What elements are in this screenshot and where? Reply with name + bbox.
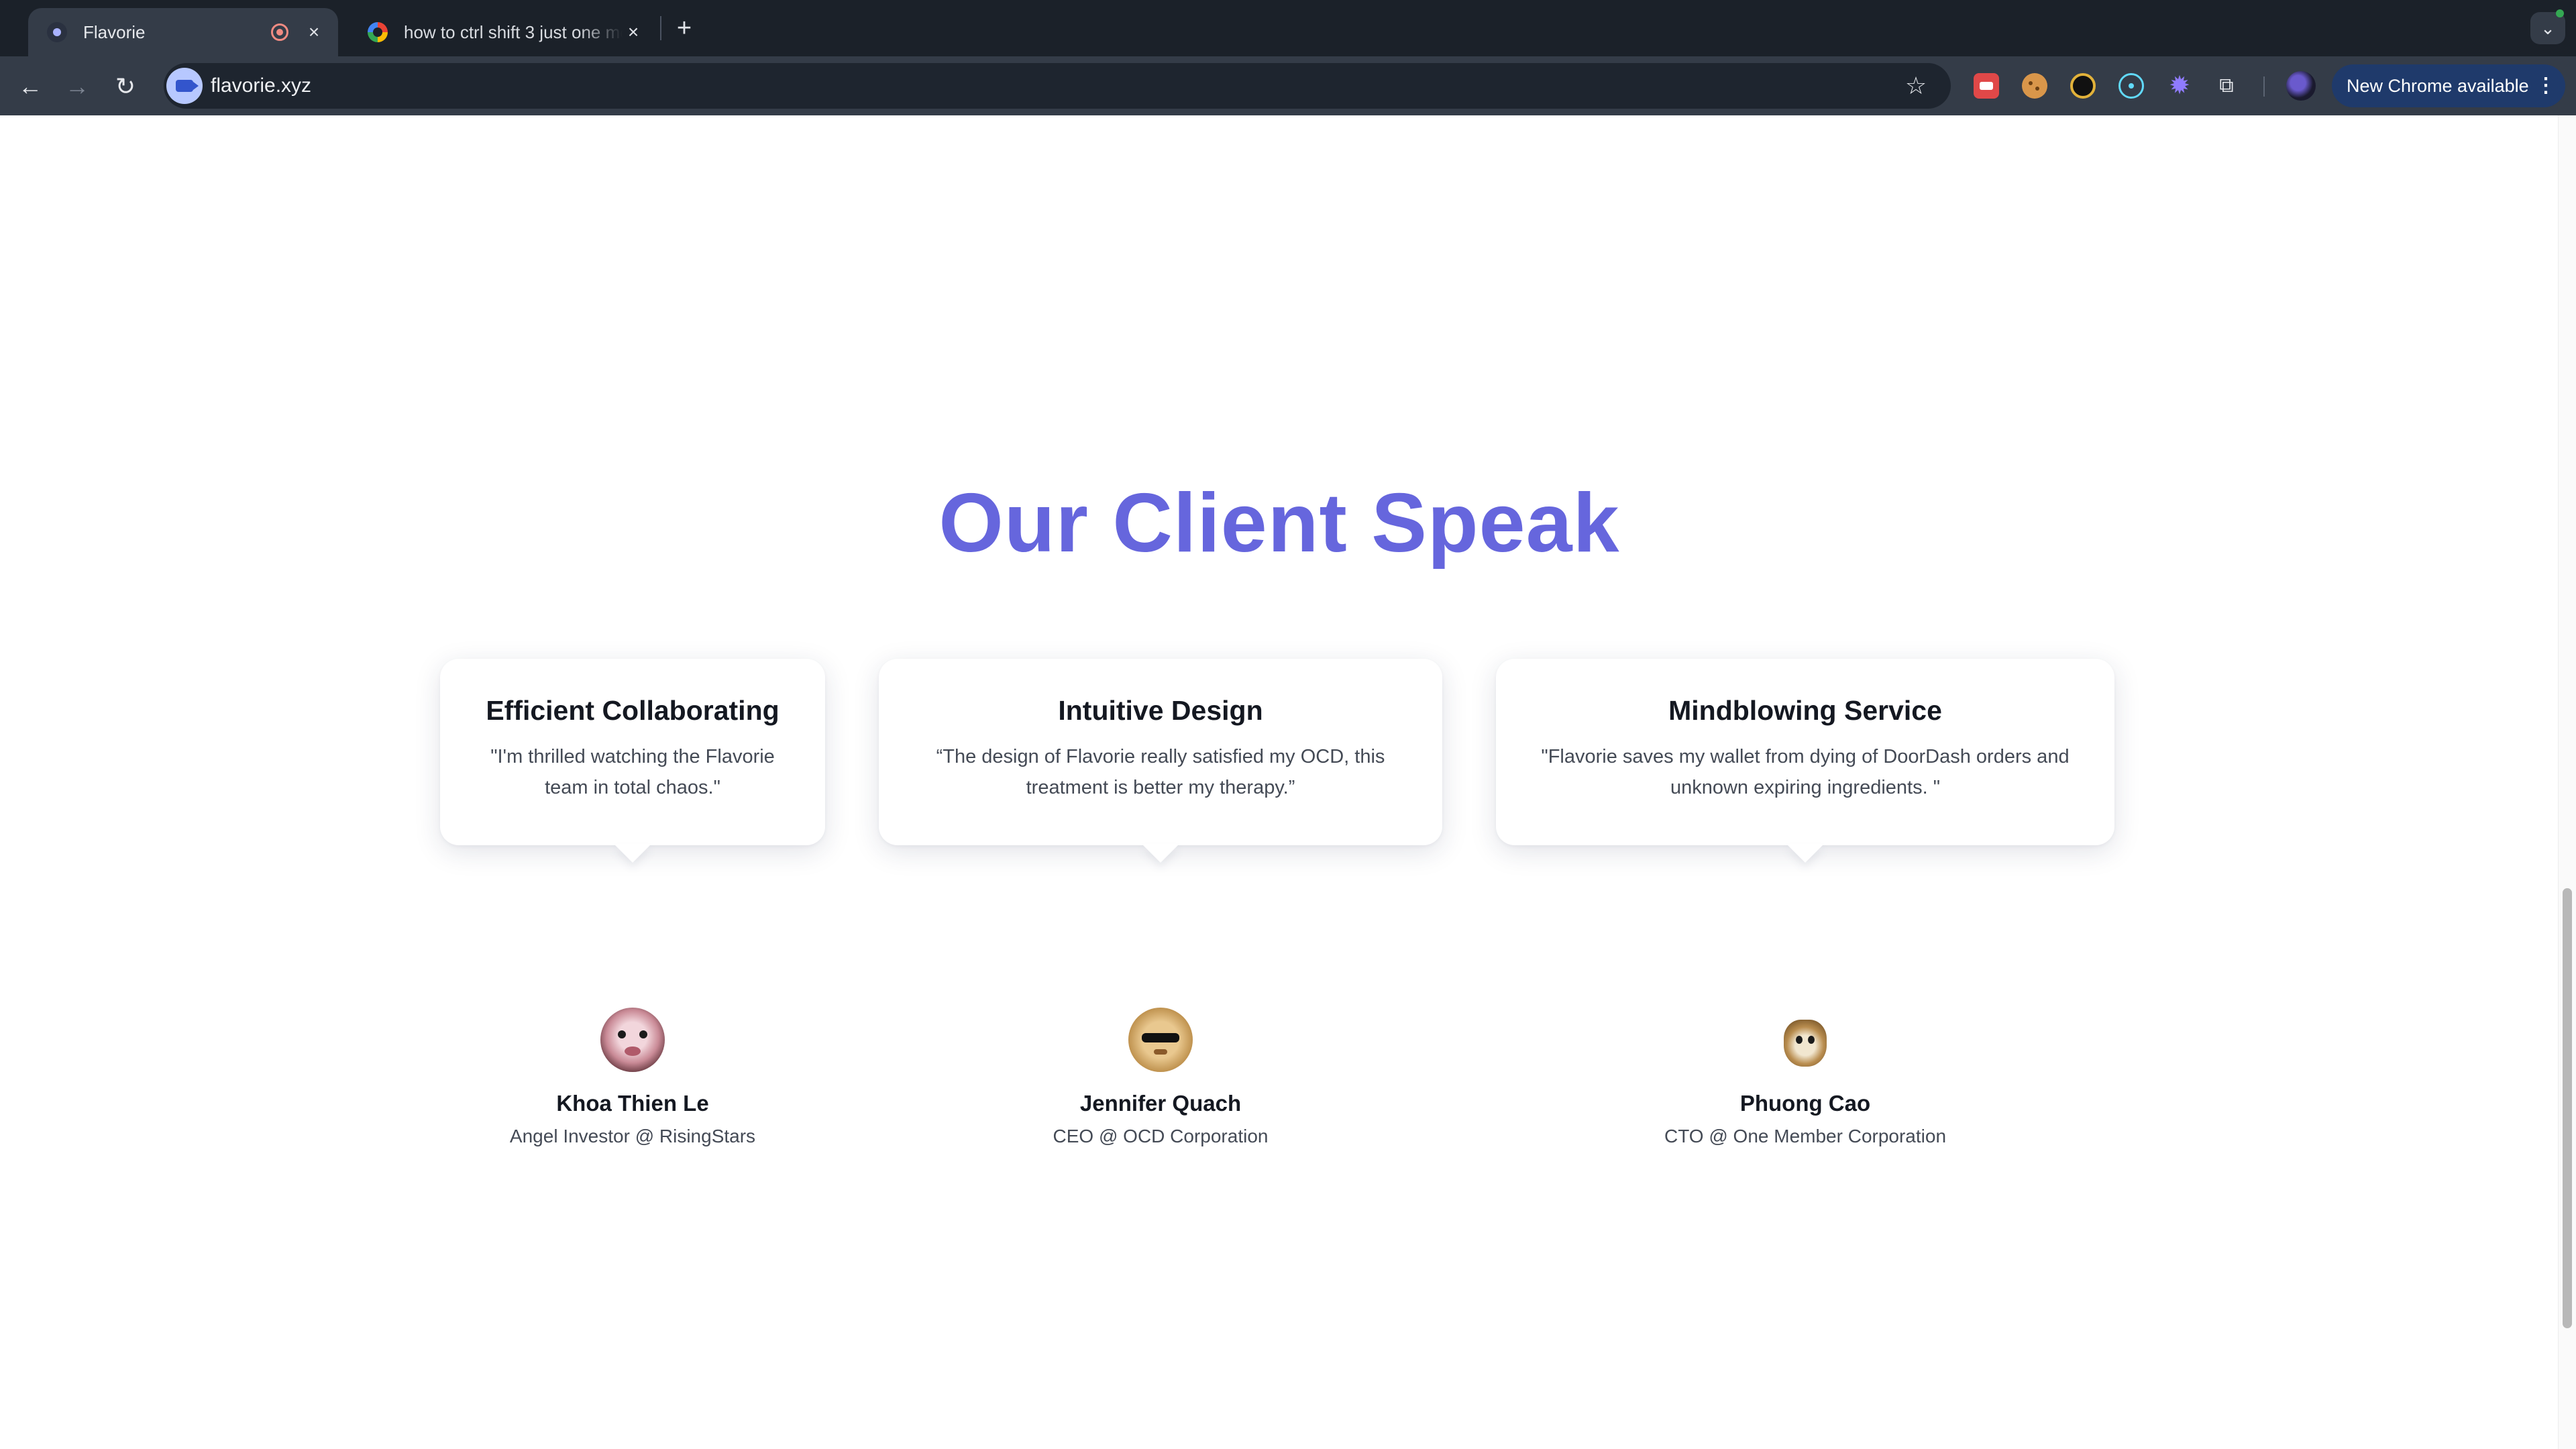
tab-google-search[interactable]: how to ctrl shift 3 just one monitor × xyxy=(349,8,657,56)
avatar xyxy=(600,1008,665,1072)
address-bar[interactable]: flavorie.xyz ☆ xyxy=(164,63,1951,109)
chevron-down-icon: ⌄ xyxy=(2540,18,2555,38)
new-chrome-available-button[interactable]: New Chrome available ⋮ xyxy=(2332,64,2565,107)
flavorie-favicon-icon xyxy=(47,22,67,42)
extension-red-icon[interactable] xyxy=(1974,73,1999,99)
extensions-puzzle-icon[interactable]: ⧉ xyxy=(2214,73,2239,99)
close-tab-icon[interactable]: × xyxy=(623,21,644,43)
bookmark-star-icon[interactable]: ☆ xyxy=(1901,71,1931,101)
url-text[interactable]: flavorie.xyz xyxy=(211,63,311,109)
new-tab-button[interactable]: + xyxy=(669,13,699,43)
testimonial-quote: “The design of Flavorie really satisfied… xyxy=(936,746,1385,798)
testimonial-card: Intuitive Design “The design of Flavorie… xyxy=(879,659,1442,845)
author-name: Phuong Cao xyxy=(1739,1091,1871,1116)
scrollbar-thumb[interactable] xyxy=(2563,888,2572,1328)
testimonial-author: Khoa Thien Le Angel Investor @ RisingSta… xyxy=(440,1008,825,1147)
author-name: Khoa Thien Le xyxy=(556,1091,709,1116)
extension-gear-icon[interactable]: ✹ xyxy=(2167,73,2192,99)
testimonial-author: Jennifer Quach CEO @ OCD Corporation xyxy=(879,1008,1442,1147)
toolbar-divider xyxy=(2263,76,2265,97)
testimonial-card: Mindblowing Service "Flavorie saves my w… xyxy=(1496,659,2114,845)
kebab-menu-icon[interactable]: ⋮ xyxy=(2536,64,2556,107)
testimonial-quote: "Flavorie saves my wallet from dying of … xyxy=(1541,746,2070,798)
cookie-extension-icon[interactable] xyxy=(2022,73,2047,99)
testimonial-column: Efficient Collaborating "I'm thrilled wa… xyxy=(440,659,825,1146)
testimonial-title: Efficient Collaborating xyxy=(486,695,780,726)
reload-button[interactable]: ↻ xyxy=(109,70,142,103)
avatar xyxy=(1773,1008,1837,1072)
react-devtools-icon[interactable] xyxy=(2118,73,2144,99)
section-title: Our Client Speak xyxy=(938,477,1620,570)
testimonial-title: Mindblowing Service xyxy=(1668,695,1942,726)
author-role: Angel Investor @ RisingStars xyxy=(509,1126,756,1146)
extension-dark-circle-icon[interactable] xyxy=(2070,73,2096,99)
testimonial-title: Intuitive Design xyxy=(1058,695,1263,726)
tab-flavorie[interactable]: Flavorie × xyxy=(28,8,338,56)
update-label: New Chrome available xyxy=(2347,76,2529,96)
author-role: CEO @ OCD Corporation xyxy=(1053,1126,1269,1146)
tab-search-button[interactable]: ⌄ xyxy=(2530,9,2565,44)
testimonial-author: Phuong Cao CTO @ One Member Corporation xyxy=(1496,1008,2114,1147)
profile-avatar[interactable] xyxy=(2286,71,2316,101)
notification-dot xyxy=(2556,9,2564,17)
tab-divider xyxy=(660,16,661,40)
testimonial-card: Efficient Collaborating "I'm thrilled wa… xyxy=(440,659,825,845)
close-tab-icon[interactable]: × xyxy=(303,21,325,43)
scrollbar[interactable] xyxy=(2558,115,2576,1449)
site-info-icon[interactable] xyxy=(166,68,203,104)
testimonial-column: Mindblowing Service "Flavorie saves my w… xyxy=(1496,659,2114,1146)
testimonial-quote: "I'm thrilled watching the Flavorie team… xyxy=(490,746,775,798)
tab-title: Flavorie xyxy=(83,21,146,42)
back-button[interactable]: ← xyxy=(13,70,47,103)
google-favicon-icon xyxy=(368,22,388,42)
author-role: CTO @ One Member Corporation xyxy=(1664,1126,1947,1146)
tab-strip: Flavorie × how to ctrl shift 3 just one … xyxy=(0,0,2576,56)
browser-window: Flavorie × how to ctrl shift 3 just one … xyxy=(0,0,2576,1449)
tab-title: how to ctrl shift 3 just one monitor xyxy=(404,21,623,42)
avatar xyxy=(1128,1008,1193,1072)
browser-toolbar: ← → ↻ flavorie.xyz ☆ ✹ ⧉ New Chrome avai… xyxy=(0,56,2576,115)
page-viewport: Our Client Speak Efficient Collaborating… xyxy=(0,115,2576,1449)
author-name: Jennifer Quach xyxy=(1079,1091,1242,1116)
testimonial-column: Intuitive Design “The design of Flavorie… xyxy=(879,659,1442,1146)
forward-button[interactable]: → xyxy=(60,70,94,103)
recording-indicator-icon xyxy=(271,23,288,41)
